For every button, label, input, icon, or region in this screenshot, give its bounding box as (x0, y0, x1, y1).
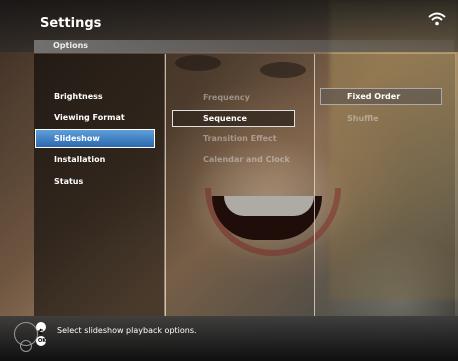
subtitle-bar (34, 40, 454, 53)
menu-item-sequence[interactable]: Sequence (203, 114, 247, 123)
menu-item-calendar-and-clock[interactable]: Calendar and Clock (203, 155, 290, 164)
page-title: Settings (40, 16, 102, 31)
menu-item-frequency[interactable]: Frequency (203, 93, 250, 102)
screen: Settings Options Brightness Viewing Form… (0, 0, 458, 361)
bottom-status-bar (0, 316, 458, 361)
back-icon[interactable] (36, 322, 46, 335)
page-subtitle: Options (53, 41, 89, 50)
menu-item-shuffle[interactable]: Shuffle (347, 114, 379, 123)
menu-item-fixed-order[interactable]: Fixed Order (347, 92, 400, 101)
menu-item-status[interactable]: Status (54, 177, 83, 186)
wifi-icon (428, 12, 446, 26)
menu-item-slideshow[interactable]: Slideshow (54, 134, 100, 143)
navigation-ring-small-icon (20, 340, 32, 352)
status-text: Select slideshow playback options. (57, 326, 197, 335)
column-divider (314, 54, 315, 316)
column-divider (165, 54, 166, 316)
menu-item-installation[interactable]: Installation (54, 155, 105, 164)
menu-item-viewing-format[interactable]: Viewing Format (54, 113, 125, 122)
menu-item-brightness[interactable]: Brightness (54, 92, 103, 101)
ok-label: OK (38, 338, 47, 344)
menu-item-transition-effect[interactable]: Transition Effect (203, 134, 277, 143)
